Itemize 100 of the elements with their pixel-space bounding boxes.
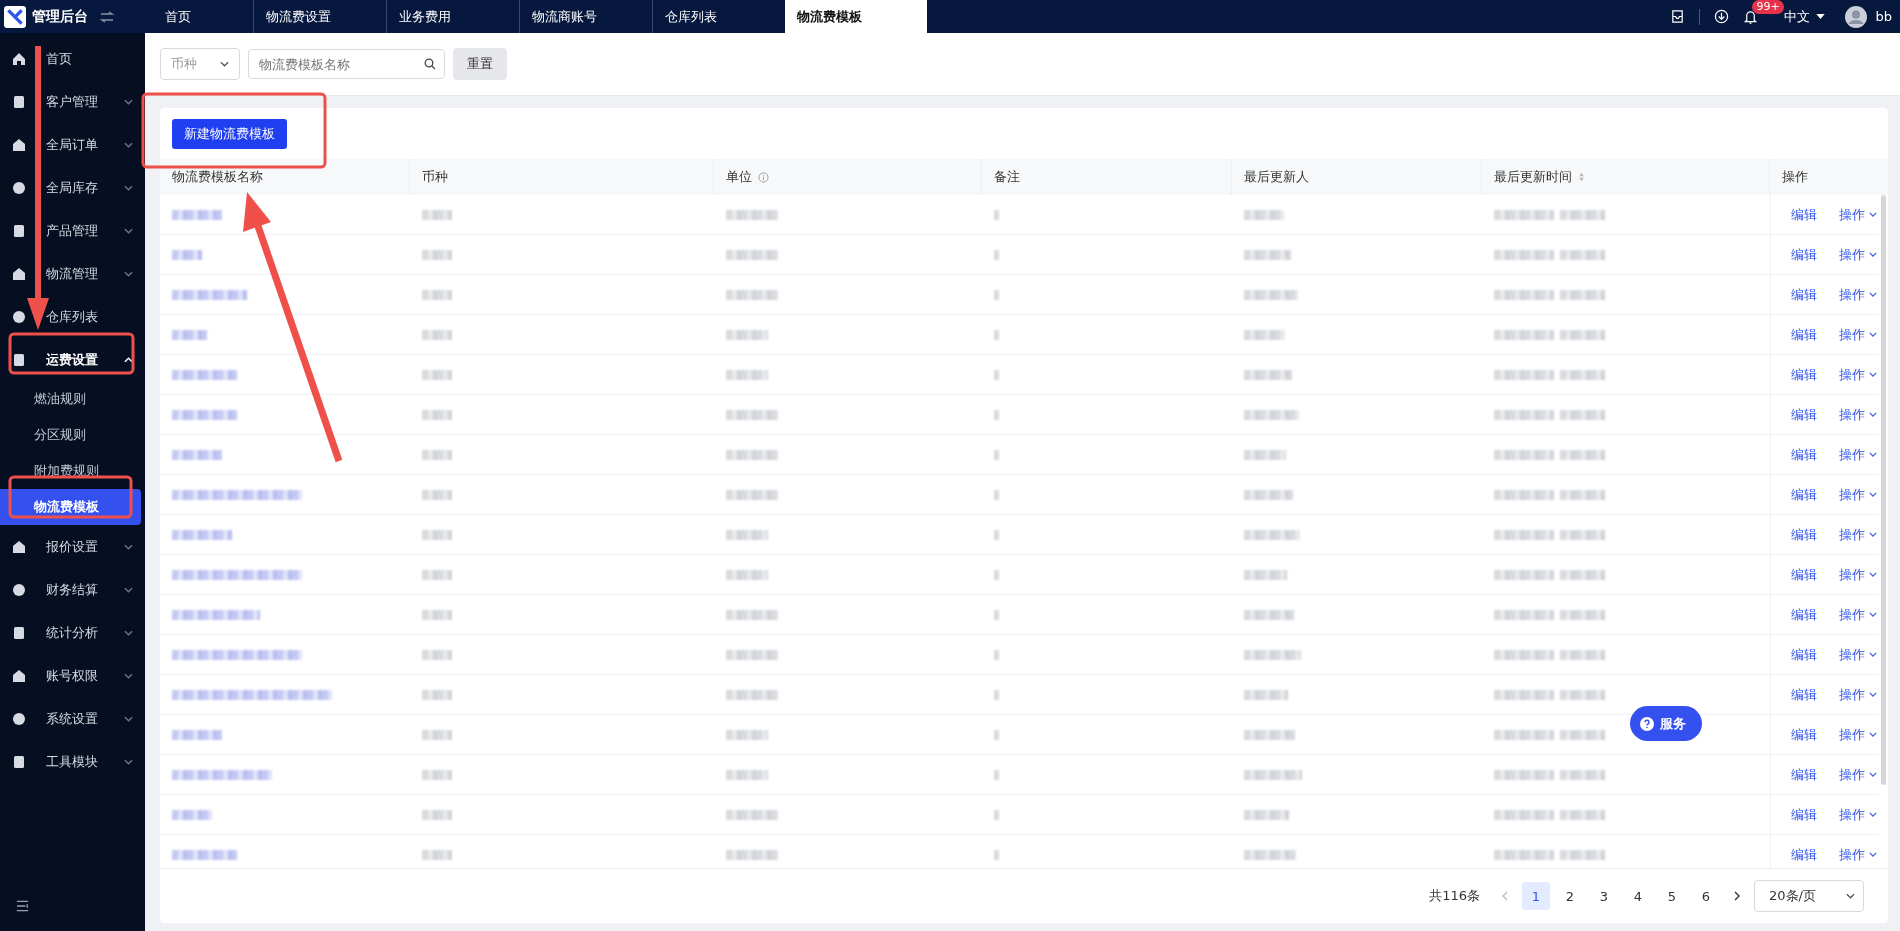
actions-dropdown[interactable]: 操作: [1839, 645, 1877, 664]
blurred-text: [422, 849, 452, 860]
next-page-icon[interactable]: [1734, 891, 1740, 901]
sidebar-item[interactable]: 报价设置: [0, 525, 145, 568]
blurred-text: [726, 409, 778, 420]
sidebar-item[interactable]: 产品管理: [0, 209, 145, 252]
edit-link[interactable]: 编辑: [1791, 565, 1817, 584]
blurred-text: [1494, 529, 1554, 540]
blurred-text: [994, 609, 999, 620]
chevron-down-icon: [1869, 572, 1877, 577]
blurred-text: [726, 209, 778, 220]
nav-tab[interactable]: 物流费模板: [785, 0, 927, 33]
edit-link[interactable]: 编辑: [1791, 445, 1817, 464]
actions-dropdown[interactable]: 操作: [1839, 445, 1877, 464]
blurred-text: [726, 609, 778, 620]
edit-link[interactable]: 编辑: [1791, 685, 1817, 704]
actions-dropdown[interactable]: 操作: [1839, 205, 1877, 224]
blurred-text: [1560, 409, 1605, 420]
edit-link[interactable]: 编辑: [1791, 845, 1817, 864]
page-number[interactable]: 6: [1692, 882, 1720, 910]
search-icon[interactable]: [424, 58, 436, 70]
sidebar-item[interactable]: 运费设置: [0, 338, 145, 381]
actions-dropdown[interactable]: 操作: [1839, 725, 1877, 744]
reset-button[interactable]: 重置: [453, 48, 507, 80]
page-size-select[interactable]: 20条/页: [1754, 880, 1864, 912]
blurred-text: [994, 809, 999, 820]
edit-link[interactable]: 编辑: [1791, 725, 1817, 744]
page-number[interactable]: 5: [1658, 882, 1686, 910]
actions-dropdown[interactable]: 操作: [1839, 805, 1877, 824]
actions-dropdown[interactable]: 操作: [1839, 405, 1877, 424]
submenu-item[interactable]: 燃油规则: [0, 381, 141, 417]
submenu-item[interactable]: 附加费规则: [0, 453, 141, 489]
edit-link[interactable]: 编辑: [1791, 485, 1817, 504]
actions-dropdown[interactable]: 操作: [1839, 285, 1877, 304]
sidebar-item[interactable]: 仓库列表: [0, 295, 145, 338]
blurred-text: [422, 729, 452, 740]
avatar-icon[interactable]: [1845, 5, 1868, 28]
nav-tab[interactable]: 首页: [153, 0, 253, 33]
sidebar-item[interactable]: 全局订单: [0, 123, 145, 166]
edit-link[interactable]: 编辑: [1791, 365, 1817, 384]
blurred-text: [994, 489, 999, 500]
page-number[interactable]: 2: [1556, 882, 1584, 910]
edit-link[interactable]: 编辑: [1791, 645, 1817, 664]
blurred-text: [1494, 689, 1554, 700]
edit-link[interactable]: 编辑: [1791, 605, 1817, 624]
sidebar-item[interactable]: 财务结算: [0, 568, 145, 611]
sidebar-item[interactable]: 统计分析: [0, 611, 145, 654]
user-name[interactable]: bb: [1875, 9, 1892, 24]
submenu-item[interactable]: 物流费模板: [0, 489, 141, 525]
page-number[interactable]: 3: [1590, 882, 1618, 910]
edit-link[interactable]: 编辑: [1791, 245, 1817, 264]
actions-dropdown[interactable]: 操作: [1839, 845, 1877, 864]
actions-dropdown[interactable]: 操作: [1839, 765, 1877, 784]
actions-dropdown[interactable]: 操作: [1839, 605, 1877, 624]
bell-icon[interactable]: [1743, 9, 1759, 24]
submenu-item[interactable]: 分区规则: [0, 417, 141, 453]
language-select[interactable]: 中文: [1784, 7, 1826, 26]
edit-link[interactable]: 编辑: [1791, 205, 1817, 224]
page-number[interactable]: 4: [1624, 882, 1652, 910]
sidebar-item[interactable]: 全局库存: [0, 166, 145, 209]
sidebar-item[interactable]: 系统设置: [0, 697, 145, 740]
swap-icon[interactable]: [100, 10, 114, 23]
download-icon[interactable]: [1714, 9, 1730, 24]
page-number[interactable]: 1: [1522, 882, 1550, 910]
blurred-text: [1244, 409, 1299, 420]
sidebar-item[interactable]: 物流管理: [0, 252, 145, 295]
blurred-text: [726, 809, 778, 820]
actions-dropdown[interactable]: 操作: [1839, 565, 1877, 584]
blurred-text: [1244, 689, 1288, 700]
edit-link[interactable]: 编辑: [1791, 325, 1817, 344]
sidebar-item[interactable]: 首页: [0, 37, 145, 80]
actions-dropdown[interactable]: 操作: [1839, 525, 1877, 544]
edit-link[interactable]: 编辑: [1791, 765, 1817, 784]
actions-dropdown[interactable]: 操作: [1839, 485, 1877, 504]
create-template-button[interactable]: 新建物流费模板: [172, 119, 287, 149]
edit-link[interactable]: 编辑: [1791, 285, 1817, 304]
edit-link[interactable]: 编辑: [1791, 805, 1817, 824]
inbox-icon[interactable]: [1670, 9, 1686, 24]
blurred-text: [1244, 449, 1286, 460]
blurred-text: [1560, 689, 1605, 700]
chevron-down-icon: [1869, 732, 1877, 737]
blurred-text: [1494, 769, 1554, 780]
actions-dropdown[interactable]: 操作: [1839, 325, 1877, 344]
actions-dropdown[interactable]: 操作: [1839, 685, 1877, 704]
chevron-down-icon: [1869, 532, 1877, 537]
service-button[interactable]: 服务: [1630, 706, 1702, 741]
chevron-down-icon: [220, 61, 229, 67]
sidebar-item[interactable]: 账号权限: [0, 654, 145, 697]
actions-dropdown[interactable]: 操作: [1839, 365, 1877, 384]
blurred-text: [994, 409, 999, 420]
chevron-down-icon: [1869, 852, 1877, 857]
search-field[interactable]: 物流费模板名称: [248, 49, 445, 79]
blurred-text: [726, 689, 778, 700]
edit-link[interactable]: 编辑: [1791, 405, 1817, 424]
sidebar-item[interactable]: 客户管理: [0, 80, 145, 123]
edit-link[interactable]: 编辑: [1791, 525, 1817, 544]
actions-dropdown[interactable]: 操作: [1839, 245, 1877, 264]
collapse-icon[interactable]: [16, 900, 29, 912]
blurred-text: [994, 769, 999, 780]
sidebar-item[interactable]: 工具模块: [0, 740, 145, 783]
